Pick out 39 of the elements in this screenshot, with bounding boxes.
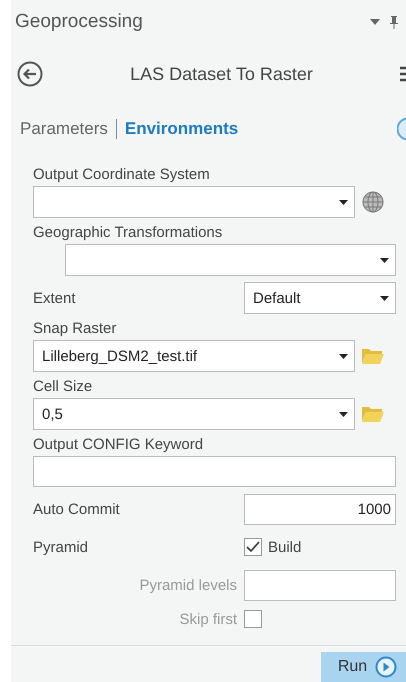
dropdown-arrow-icon — [380, 258, 389, 262]
dropdown-arrow-icon — [339, 412, 348, 416]
tab[interactable]: Parameters — [20, 119, 108, 139]
play-icon — [375, 656, 398, 678]
dropdown-field[interactable] — [65, 244, 396, 276]
dropdown-arrow-icon[interactable] — [370, 19, 380, 25]
checkbox[interactable] — [244, 610, 262, 628]
checkbox-label: Build — [268, 538, 302, 556]
field-label: Auto Commit — [33, 500, 120, 518]
folder-icon[interactable] — [361, 405, 385, 423]
text-field[interactable] — [33, 456, 396, 487]
dropdown-arrow-icon — [339, 354, 348, 358]
back-icon[interactable] — [17, 61, 43, 87]
dropdown-field[interactable]: Default — [244, 282, 396, 314]
text-field[interactable] — [244, 570, 396, 600]
menu-icon[interactable] — [400, 66, 406, 82]
tab[interactable]: Environments — [124, 119, 238, 139]
field-label: Output CONFIG Keyword — [33, 436, 204, 453]
number-field[interactable]: 1000 — [244, 494, 396, 524]
field-label: Skip first — [179, 610, 237, 628]
field-label: Snap Raster — [33, 320, 118, 337]
field-label: Extent — [33, 290, 76, 306]
folder-icon[interactable] — [361, 347, 385, 365]
dropdown-arrow-icon — [339, 200, 348, 204]
dropdown-field[interactable]: 0,5 — [33, 398, 355, 430]
dropdown-arrow-icon — [380, 296, 389, 300]
field-label: Pyramid — [33, 538, 88, 556]
field-label: Geographic Transformations — [33, 224, 224, 241]
dropdown-field[interactable]: Lilleberg_DSM2_test.tif — [33, 340, 355, 372]
dropdown-field[interactable] — [33, 186, 355, 218]
run-button[interactable]: Run — [321, 652, 406, 682]
field-label: Output Coordinate System — [33, 166, 211, 183]
checkbox[interactable] — [244, 538, 262, 556]
field-label: Pyramid levels — [139, 576, 237, 594]
field-label: Cell Size — [33, 378, 94, 395]
tool-title: LAS Dataset To Raster — [129, 64, 314, 84]
pin-icon[interactable] — [390, 16, 398, 28]
pane-title: Geoprocessing — [15, 11, 144, 33]
globe-icon[interactable] — [361, 190, 385, 214]
